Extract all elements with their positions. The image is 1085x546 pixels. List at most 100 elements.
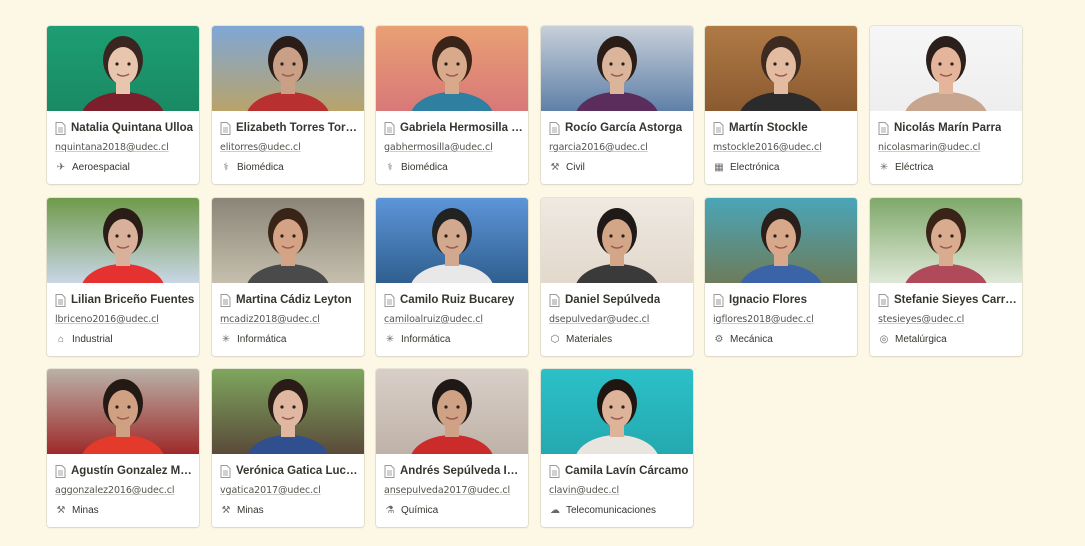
card-email[interactable]: dsepulvedar@udec.cl <box>549 314 649 325</box>
card-title: Ignacio Flores <box>729 294 807 306</box>
page-icon <box>384 293 395 307</box>
card-cover <box>541 198 693 283</box>
card-email[interactable]: mcadiz2018@udec.cl <box>220 314 320 325</box>
gallery-card[interactable]: Camila Lavín Cárcamo clavin@udec.cl ☁ Te… <box>541 369 693 527</box>
card-cover <box>212 26 364 111</box>
card-major: ⚗ Química <box>384 503 439 517</box>
gallery-card[interactable]: Andrés Sepúlveda Inostroza ansepulveda20… <box>376 369 528 527</box>
gallery-card[interactable]: Daniel Sepúlveda dsepulvedar@udec.cl ⬡ M… <box>541 198 693 356</box>
gallery-card[interactable]: Agustín Gonzalez Medina aggonzalez2016@u… <box>47 369 199 527</box>
card-email[interactable]: nquintana2018@udec.cl <box>55 142 169 153</box>
page-icon <box>713 121 724 135</box>
gallery-card[interactable]: Martín Stockle mstockle2016@udec.cl ▦ El… <box>705 26 857 184</box>
card-email[interactable]: camiloalruiz@udec.cl <box>384 314 483 325</box>
card-title: Daniel Sepúlveda <box>565 294 661 306</box>
portrait-photo <box>376 26 528 111</box>
card-cover <box>47 198 199 283</box>
card-title: Verónica Gatica Lucero <box>236 465 360 477</box>
card-email[interactable]: aggonzalez2016@udec.cl <box>55 485 175 496</box>
card-cover <box>376 198 528 283</box>
card-title: Camila Lavín Cárcamo <box>565 465 689 477</box>
card-major-label: Aeroespacial <box>72 161 130 173</box>
card-cover <box>705 198 857 283</box>
card-title: Nicolás Marín Parra <box>894 122 1002 134</box>
portrait-photo <box>212 198 364 283</box>
gallery-card[interactable]: Elizabeth Torres Torres elitorres@udec.c… <box>212 26 364 184</box>
card-cover <box>376 369 528 454</box>
spark-icon: ✳ <box>879 161 889 173</box>
card-title-row: Ignacio Flores <box>713 292 853 308</box>
page-icon <box>549 464 560 478</box>
gallery-card[interactable]: Gabriela Hermosilla Hermosilla gabhermos… <box>376 26 528 184</box>
card-email[interactable]: ansepulveda2017@udec.cl <box>384 485 510 496</box>
card-major: ⚒ Civil <box>549 160 585 174</box>
card-title-row: Martín Stockle <box>713 120 853 136</box>
card-email[interactable]: stesieyes@udec.cl <box>878 314 964 325</box>
portrait-photo <box>870 198 1022 283</box>
card-major: ✳ Eléctrica <box>878 160 934 174</box>
page-icon <box>220 293 231 307</box>
page-icon <box>220 121 231 135</box>
gallery-card[interactable]: Stefanie Sieyes Carrasco stesieyes@udec.… <box>870 198 1022 356</box>
page-icon <box>549 121 560 135</box>
dna-icon: ⚕ <box>223 161 229 173</box>
page-icon <box>55 121 66 135</box>
card-major-label: Mecánica <box>730 333 773 345</box>
card-email[interactable]: lbriceno2016@udec.cl <box>55 314 159 325</box>
metal-icon: ◎ <box>879 333 889 345</box>
crane-icon: ⚒ <box>550 161 560 173</box>
card-title: Rocío García Astorga <box>565 122 683 134</box>
page-icon <box>384 121 395 135</box>
card-cover <box>47 26 199 111</box>
card-title: Andrés Sepúlveda Inostroza <box>400 465 524 477</box>
gallery-board: Natalia Quintana Ulloa nquintana2018@ude… <box>0 0 1085 546</box>
card-major-label: Telecomunicaciones <box>566 504 657 516</box>
portrait-photo <box>705 26 857 111</box>
card-major: ⚙ Mecánica <box>713 332 773 346</box>
card-title: Elizabeth Torres Torres <box>236 122 360 134</box>
gallery-card[interactable]: Verónica Gatica Lucero vgatica2017@udec.… <box>212 369 364 527</box>
gallery-card[interactable]: Lilian Briceño Fuentes lbriceno2016@udec… <box>47 198 199 356</box>
card-title-row: Elizabeth Torres Torres <box>220 120 360 136</box>
card-major: ✳ Informática <box>384 332 451 346</box>
factory-icon: ⌂ <box>57 333 65 345</box>
card-cover <box>870 26 1022 111</box>
card-email[interactable]: nicolasmarin@udec.cl <box>878 142 980 153</box>
card-email[interactable]: vgatica2017@udec.cl <box>220 485 321 496</box>
gallery-card[interactable]: Natalia Quintana Ulloa nquintana2018@ude… <box>47 26 199 184</box>
card-title: Natalia Quintana Ulloa <box>71 122 194 134</box>
card-title: Agustín Gonzalez Medina <box>71 465 195 477</box>
card-email[interactable]: mstockle2016@udec.cl <box>713 142 822 153</box>
card-title-row: Gabriela Hermosilla Hermosilla <box>384 120 524 136</box>
cube-icon: ⬡ <box>550 333 560 345</box>
page-icon <box>549 293 560 307</box>
portrait-photo <box>47 369 199 454</box>
card-email[interactable]: rgarcia2016@udec.cl <box>549 142 648 153</box>
card-title: Martina Cádiz Leyton <box>236 294 352 306</box>
card-title: Stefanie Sieyes Carrasco <box>894 294 1018 306</box>
portrait-photo <box>870 26 1022 111</box>
gallery-card[interactable]: Rocío García Astorga rgarcia2016@udec.cl… <box>541 26 693 184</box>
card-cover <box>705 26 857 111</box>
card-email[interactable]: gabhermosilla@udec.cl <box>384 142 493 153</box>
portrait-photo <box>212 26 364 111</box>
page-icon <box>384 464 395 478</box>
portrait-photo <box>47 198 199 283</box>
card-major-label: Biomédica <box>401 161 448 173</box>
gallery-card[interactable]: Camilo Ruiz Bucarey camiloalruiz@udec.cl… <box>376 198 528 356</box>
chip-icon: ▦ <box>714 161 724 173</box>
cpu-icon: ✳ <box>385 333 395 345</box>
gallery-card[interactable]: Ignacio Flores igflores2018@udec.cl ⚙ Me… <box>705 198 857 356</box>
card-title-row: Agustín Gonzalez Medina <box>55 463 195 479</box>
flask-icon: ⚗ <box>385 504 395 516</box>
card-major: ✈ Aeroespacial <box>55 160 130 174</box>
card-email[interactable]: elitorres@udec.cl <box>220 142 301 153</box>
card-major-label: Civil <box>566 161 585 173</box>
gallery-card[interactable]: Nicolás Marín Parra nicolasmarin@udec.cl… <box>870 26 1022 184</box>
card-email[interactable]: clavin@udec.cl <box>549 485 619 496</box>
card-major-label: Informática <box>237 333 287 345</box>
card-cover <box>212 198 364 283</box>
pickaxe-icon: ⚒ <box>56 504 66 516</box>
card-email[interactable]: igflores2018@udec.cl <box>713 314 814 325</box>
gallery-card[interactable]: Martina Cádiz Leyton mcadiz2018@udec.cl … <box>212 198 364 356</box>
